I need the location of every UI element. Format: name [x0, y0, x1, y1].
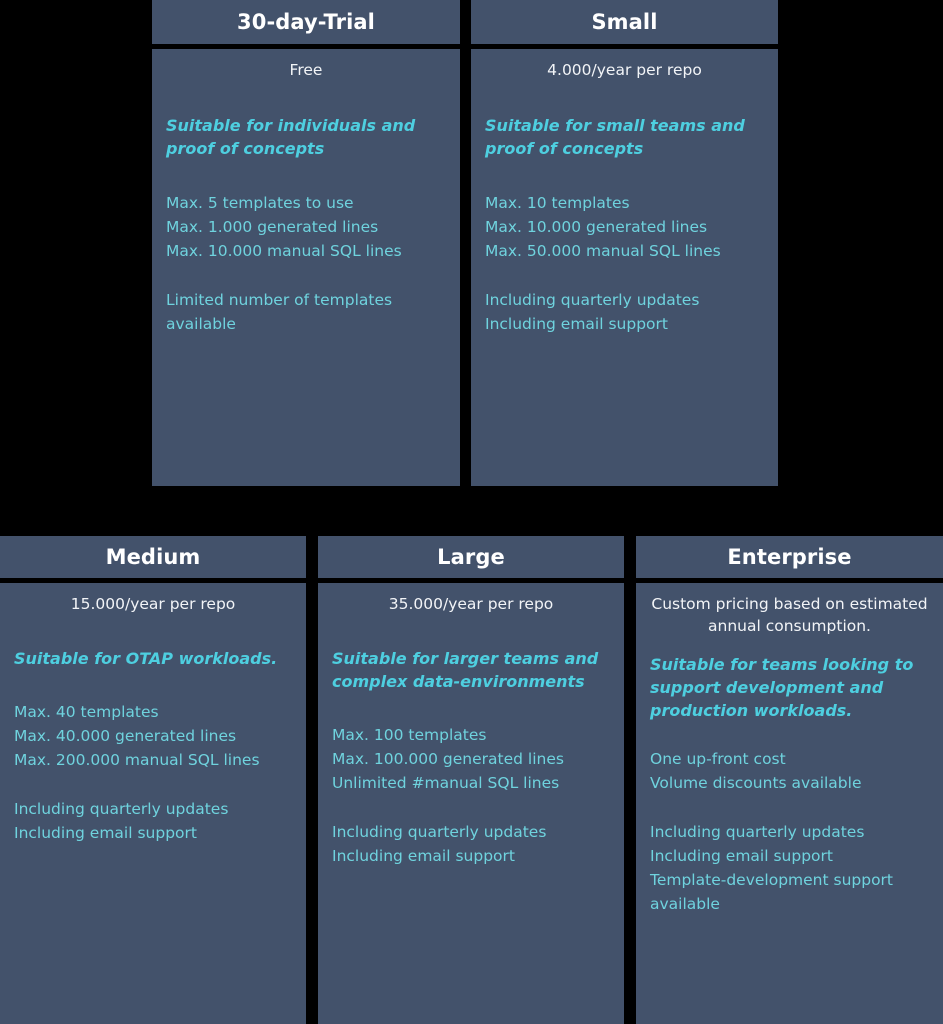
pricing-card-large: Large 35.000/year per repo Suitable for …	[318, 536, 624, 1024]
plan-extras-small: Including quarterly updates Including em…	[485, 291, 700, 334]
plan-limits-enterprise: One up-front cost Volume discounts avail…	[650, 749, 862, 792]
plan-body-enterprise: Custom pricing based on estimated annual…	[636, 583, 943, 1024]
plan-extras-trial: Limited number of templates available	[166, 291, 393, 334]
plan-name-trial: 30-day-Trial	[152, 0, 460, 44]
plan-extras-medium: Including quarterly updates Including em…	[14, 800, 229, 843]
plan-name-enterprise: Enterprise	[636, 536, 943, 578]
plan-price-small: 4.000/year per repo	[547, 61, 702, 79]
plan-name-small: Small	[471, 0, 778, 44]
plan-limits-large: Max. 100 templates Max. 100.000 generate…	[332, 726, 564, 793]
plan-tagline-small: Suitable for small teams and proof of co…	[485, 116, 745, 159]
plan-price-medium: 15.000/year per repo	[70, 595, 236, 613]
plan-extras-large: Including quarterly updates Including em…	[332, 823, 547, 866]
plan-body-medium: 15.000/year per repo Suitable for OTAP w…	[0, 583, 306, 1024]
plan-limits-medium: Max. 40 templates Max. 40.000 generated …	[14, 703, 260, 770]
plan-extras-enterprise: Including quarterly updates Including em…	[650, 822, 894, 913]
pricing-card-trial: 30-day-Trial Free Suitable for individua…	[152, 0, 460, 486]
plan-body-trial: Free Suitable for individuals and proof …	[152, 49, 460, 486]
plan-price-enterprise: Custom pricing based on estimated annual…	[651, 595, 928, 635]
plan-name-large: Large	[318, 536, 624, 578]
plan-tagline-enterprise: Suitable for teams looking to support de…	[650, 655, 914, 721]
plan-body-small: 4.000/year per repo Suitable for small t…	[471, 49, 778, 486]
plan-price-large: 35.000/year per repo	[388, 595, 554, 613]
pricing-card-medium: Medium 15.000/year per repo Suitable for…	[0, 536, 306, 1024]
pricing-card-enterprise: Enterprise Custom pricing based on estim…	[636, 536, 943, 1024]
plan-limits-trial: Max. 5 templates to use Max. 1.000 gener…	[166, 194, 402, 261]
plan-name-medium: Medium	[0, 536, 306, 578]
plan-tagline-trial: Suitable for individuals and proof of co…	[166, 116, 416, 159]
pricing-card-small: Small 4.000/year per repo Suitable for s…	[471, 0, 778, 486]
plan-price-trial: Free	[289, 61, 323, 79]
plan-body-large: 35.000/year per repo Suitable for larger…	[318, 583, 624, 1024]
plan-limits-small: Max. 10 templates Max. 10.000 generated …	[485, 194, 721, 261]
plan-tagline-medium: Suitable for OTAP workloads.	[14, 649, 278, 668]
plan-tagline-large: Suitable for larger teams and complex da…	[332, 649, 599, 692]
